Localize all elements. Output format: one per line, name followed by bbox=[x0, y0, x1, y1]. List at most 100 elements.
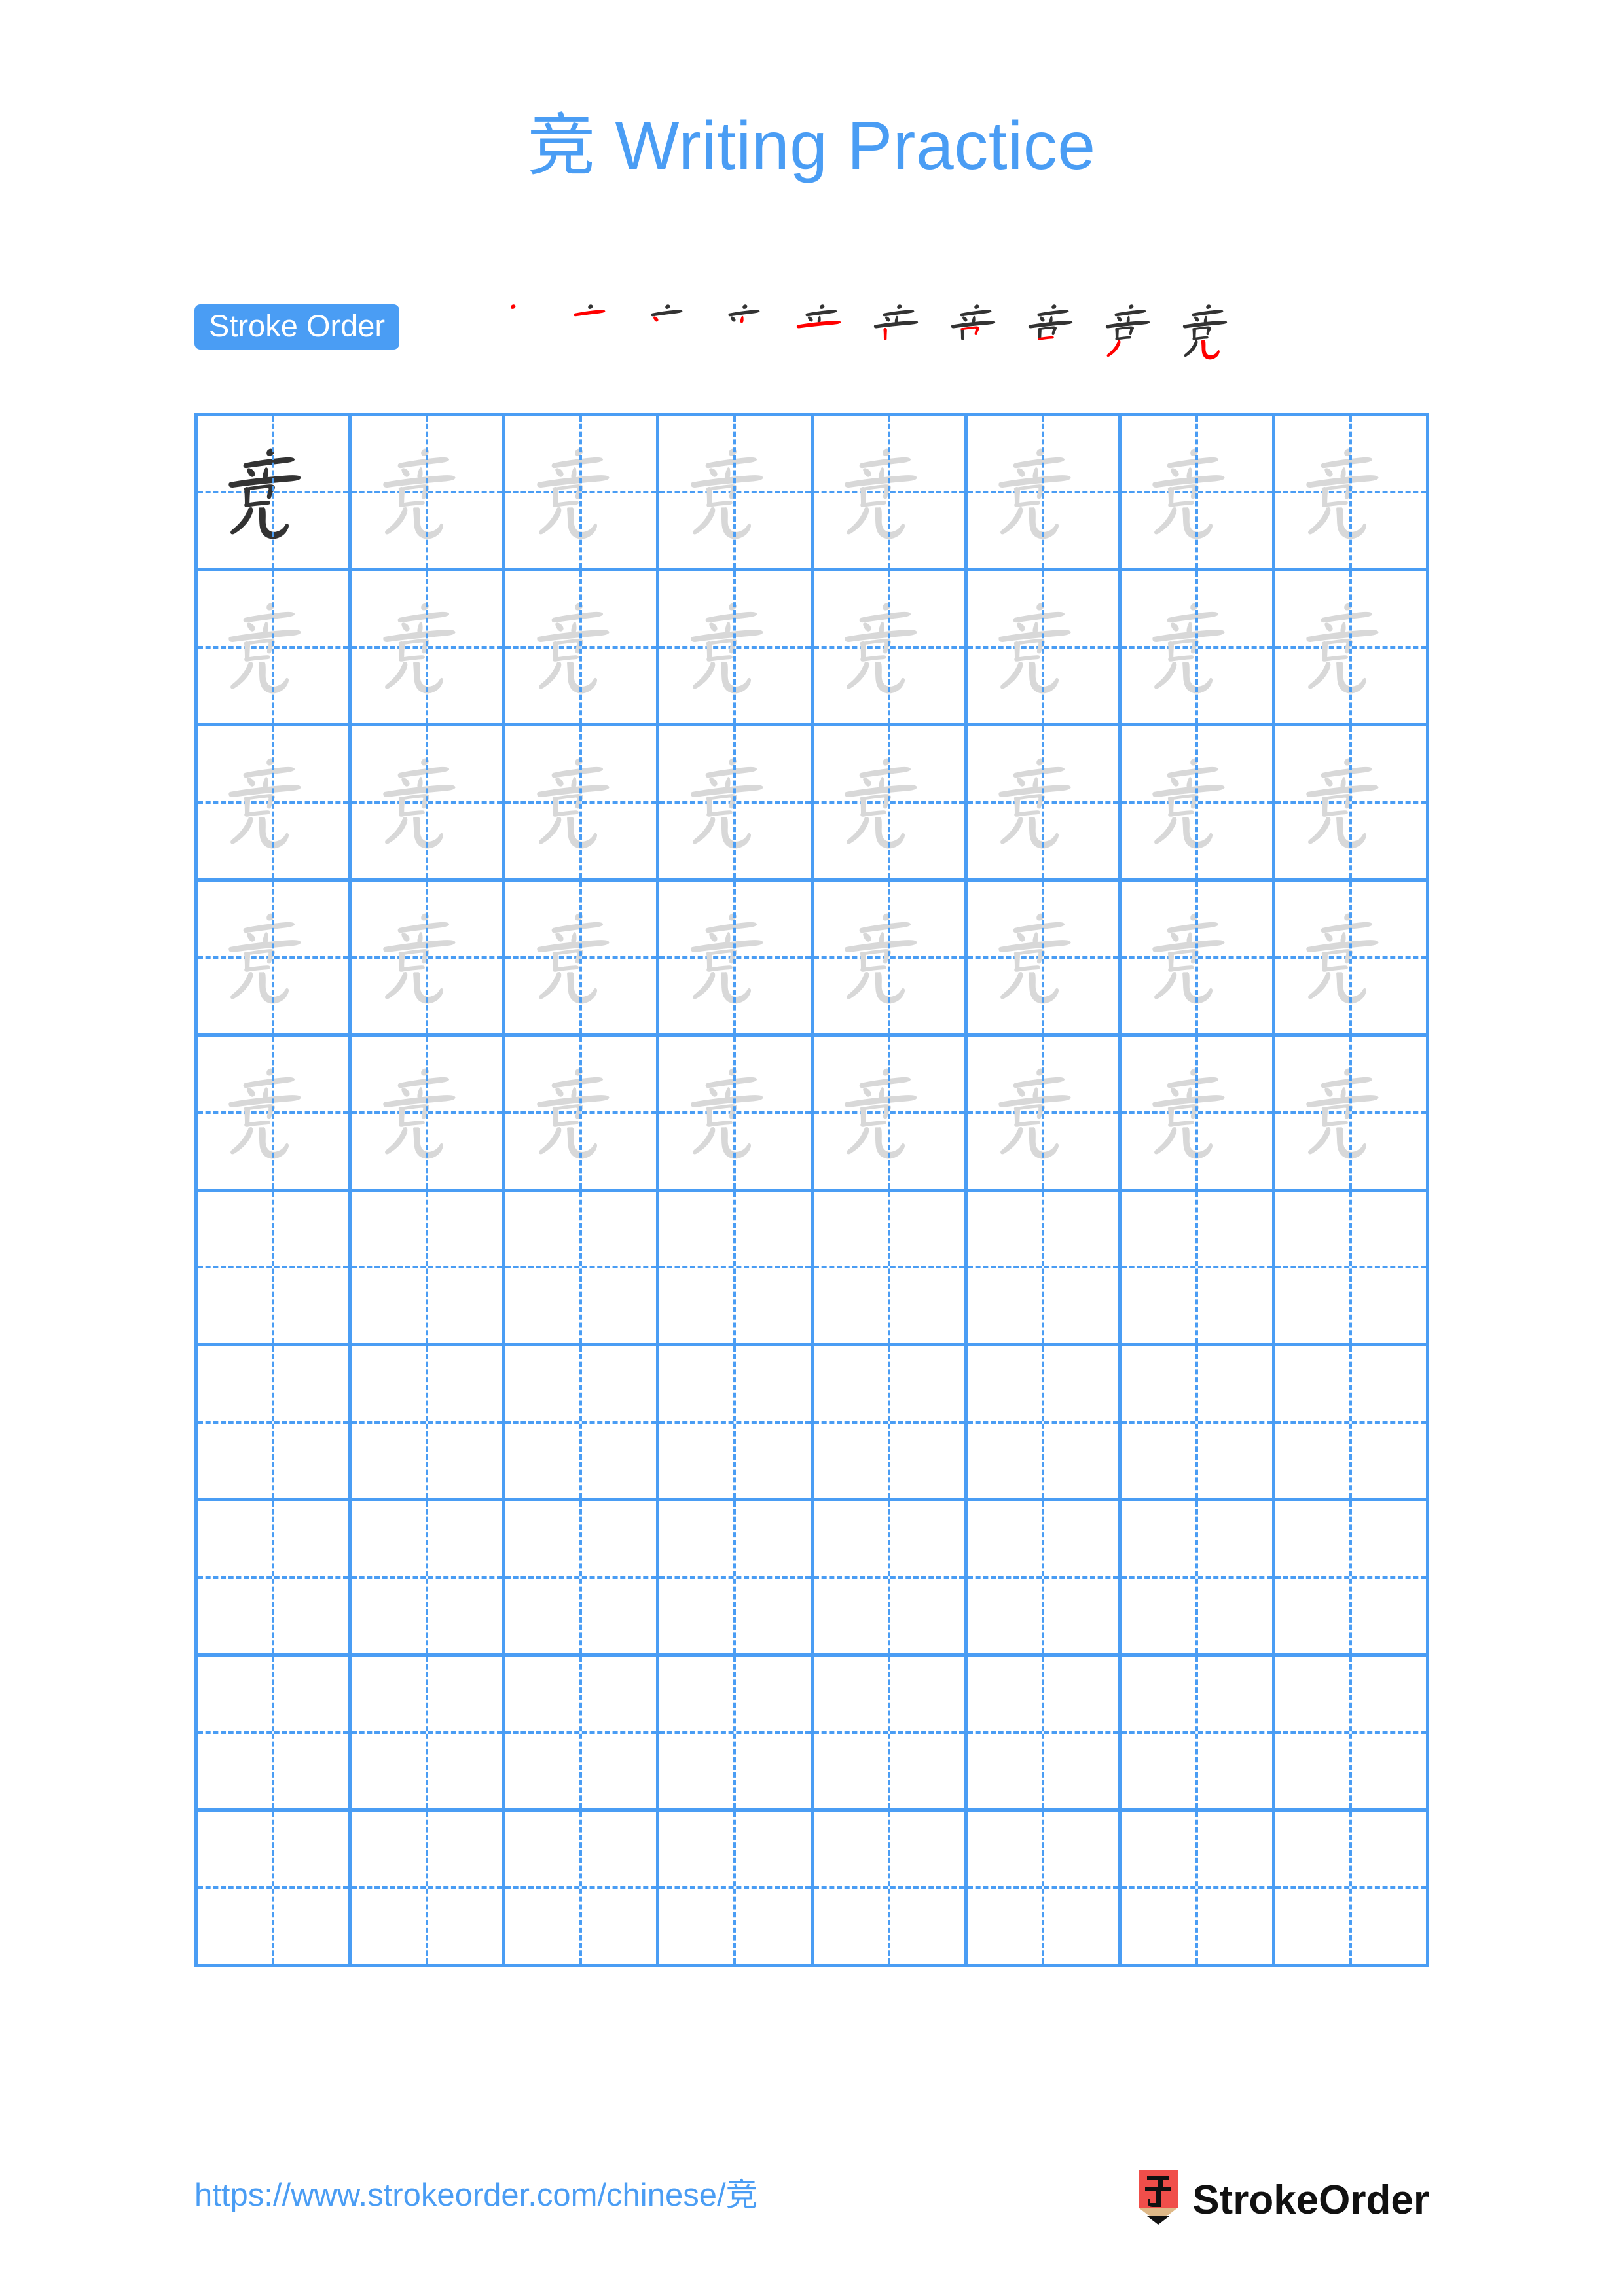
footer-logo[interactable]: StrokeOrder bbox=[1136, 2170, 1429, 2231]
traced-character bbox=[352, 882, 502, 1033]
practice-cell-r2-c7[interactable] bbox=[1121, 571, 1275, 726]
practice-cell-r10-c2[interactable] bbox=[352, 1812, 506, 1967]
practice-cell-r6-c5[interactable] bbox=[813, 1191, 968, 1347]
practice-cell-r9-c7[interactable] bbox=[1121, 1657, 1275, 1812]
practice-cell-r5-c4[interactable] bbox=[659, 1036, 814, 1192]
practice-cell-r4-c6[interactable] bbox=[967, 881, 1122, 1037]
practice-cell-r6-c2[interactable] bbox=[352, 1191, 506, 1347]
practice-cell-r7-c4[interactable] bbox=[659, 1346, 814, 1502]
traced-character bbox=[1122, 571, 1272, 723]
traced-character bbox=[198, 882, 348, 1033]
stroke-step-8 bbox=[1017, 293, 1094, 370]
practice-cell-r3-c6[interactable] bbox=[967, 726, 1122, 882]
practice-cell-r7-c7[interactable] bbox=[1121, 1346, 1275, 1502]
stroke-step-1 bbox=[476, 293, 553, 370]
practice-cell-r7-c1[interactable] bbox=[198, 1346, 352, 1502]
practice-cell-r1-c3[interactable] bbox=[505, 416, 660, 571]
practice-cell-r2-c3[interactable] bbox=[505, 571, 660, 726]
stroke-step-4 bbox=[708, 293, 785, 370]
practice-cell-r2-c4[interactable] bbox=[659, 571, 814, 726]
practice-cell-r9-c3[interactable] bbox=[505, 1657, 660, 1812]
practice-cell-r8-c3[interactable] bbox=[505, 1501, 660, 1657]
practice-cell-r8-c7[interactable] bbox=[1121, 1501, 1275, 1657]
practice-cell-r2-c6[interactable] bbox=[967, 571, 1122, 726]
practice-cell-r3-c2[interactable] bbox=[352, 726, 506, 882]
practice-cell-r8-c1[interactable] bbox=[198, 1501, 352, 1657]
practice-cell-r6-c7[interactable] bbox=[1121, 1191, 1275, 1347]
practice-cell-r7-c5[interactable] bbox=[813, 1346, 968, 1502]
practice-cell-r4-c1[interactable] bbox=[198, 881, 352, 1037]
practice-cell-r9-c1[interactable] bbox=[198, 1657, 352, 1812]
practice-cell-r9-c2[interactable] bbox=[352, 1657, 506, 1812]
practice-cell-r8-c2[interactable] bbox=[352, 1501, 506, 1657]
practice-cell-r8-c5[interactable] bbox=[813, 1501, 968, 1657]
practice-cell-r10-c8[interactable] bbox=[1275, 1812, 1429, 1967]
practice-cell-r9-c5[interactable] bbox=[813, 1657, 968, 1812]
practice-cell-r4-c2[interactable] bbox=[352, 881, 506, 1037]
practice-cell-r5-c3[interactable] bbox=[505, 1036, 660, 1192]
page-title-character: 竞 bbox=[527, 105, 596, 185]
footer-url[interactable]: https://www.strokeorder.com/chinese/竞 bbox=[194, 2179, 758, 2212]
practice-cell-r6-c1[interactable] bbox=[198, 1191, 352, 1347]
practice-cell-r4-c5[interactable] bbox=[813, 881, 968, 1037]
practice-cell-r10-c5[interactable] bbox=[813, 1812, 968, 1967]
practice-grid-row bbox=[198, 1346, 1429, 1502]
stroke-step-6 bbox=[862, 293, 939, 370]
practice-cell-r9-c6[interactable] bbox=[967, 1657, 1122, 1812]
practice-cell-r8-c6[interactable] bbox=[967, 1501, 1122, 1657]
practice-cell-r10-c4[interactable] bbox=[659, 1812, 814, 1967]
practice-cell-r5-c1[interactable] bbox=[198, 1036, 352, 1192]
practice-cell-r8-c4[interactable] bbox=[659, 1501, 814, 1657]
practice-cell-r2-c2[interactable] bbox=[352, 571, 506, 726]
practice-cell-r3-c4[interactable] bbox=[659, 726, 814, 882]
practice-cell-r7-c6[interactable] bbox=[967, 1346, 1122, 1502]
practice-cell-r6-c4[interactable] bbox=[659, 1191, 814, 1347]
practice-cell-r1-c6[interactable] bbox=[967, 416, 1122, 571]
traced-character bbox=[814, 1037, 964, 1189]
practice-cell-r7-c3[interactable] bbox=[505, 1346, 660, 1502]
practice-cell-r1-c5[interactable] bbox=[813, 416, 968, 571]
practice-cell-r1-c1[interactable] bbox=[198, 416, 352, 571]
practice-cell-r10-c6[interactable] bbox=[967, 1812, 1122, 1967]
practice-cell-r4-c4[interactable] bbox=[659, 881, 814, 1037]
practice-cell-r4-c8[interactable] bbox=[1275, 881, 1429, 1037]
practice-cell-r6-c8[interactable] bbox=[1275, 1191, 1429, 1347]
practice-cell-r10-c1[interactable] bbox=[198, 1812, 352, 1967]
practice-cell-r7-c8[interactable] bbox=[1275, 1346, 1429, 1502]
practice-cell-r2-c8[interactable] bbox=[1275, 571, 1429, 726]
practice-cell-r9-c8[interactable] bbox=[1275, 1657, 1429, 1812]
practice-cell-r5-c2[interactable] bbox=[352, 1036, 506, 1192]
practice-cell-r10-c7[interactable] bbox=[1121, 1812, 1275, 1967]
practice-cell-r1-c2[interactable] bbox=[352, 416, 506, 571]
practice-cell-r1-c8[interactable] bbox=[1275, 416, 1429, 571]
practice-cell-r10-c3[interactable] bbox=[505, 1812, 660, 1967]
traced-character bbox=[352, 571, 502, 723]
practice-cell-r5-c6[interactable] bbox=[967, 1036, 1122, 1192]
practice-cell-r2-c1[interactable] bbox=[198, 571, 352, 726]
practice-cell-r1-c7[interactable] bbox=[1121, 416, 1275, 571]
practice-cell-r5-c8[interactable] bbox=[1275, 1036, 1429, 1192]
practice-cell-r8-c8[interactable] bbox=[1275, 1501, 1429, 1657]
traced-character bbox=[505, 726, 656, 878]
practice-cell-r3-c5[interactable] bbox=[813, 726, 968, 882]
practice-grid-row bbox=[198, 1657, 1429, 1812]
practice-cell-r3-c8[interactable] bbox=[1275, 726, 1429, 882]
practice-cell-r4-c7[interactable] bbox=[1121, 881, 1275, 1037]
traced-character bbox=[659, 1037, 810, 1189]
practice-cell-r5-c7[interactable] bbox=[1121, 1036, 1275, 1192]
practice-cell-r7-c2[interactable] bbox=[352, 1346, 506, 1502]
practice-cell-r3-c7[interactable] bbox=[1121, 726, 1275, 882]
traced-character bbox=[1275, 571, 1426, 723]
practice-cell-r6-c6[interactable] bbox=[967, 1191, 1122, 1347]
practice-cell-r2-c5[interactable] bbox=[813, 571, 968, 726]
practice-cell-r9-c4[interactable] bbox=[659, 1657, 814, 1812]
practice-cell-r6-c3[interactable] bbox=[505, 1191, 660, 1347]
practice-cell-r3-c1[interactable] bbox=[198, 726, 352, 882]
practice-cell-r4-c3[interactable] bbox=[505, 881, 660, 1037]
practice-cell-r3-c3[interactable] bbox=[505, 726, 660, 882]
practice-cell-r5-c5[interactable] bbox=[813, 1036, 968, 1192]
traced-character bbox=[814, 726, 964, 878]
traced-character bbox=[198, 726, 348, 878]
practice-cell-r1-c4[interactable] bbox=[659, 416, 814, 571]
traced-character bbox=[352, 416, 502, 568]
